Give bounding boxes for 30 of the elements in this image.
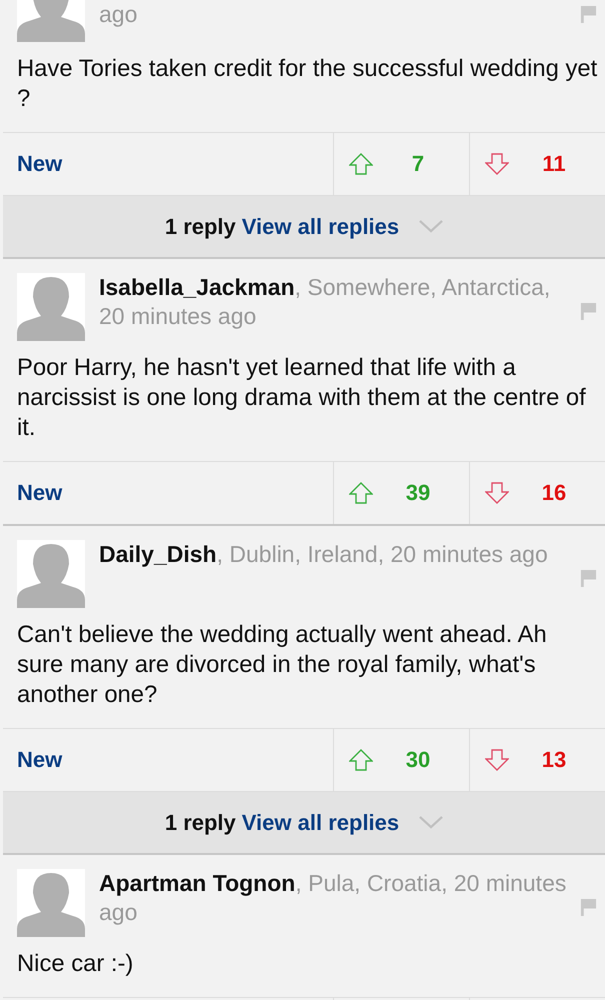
- new-link[interactable]: New: [3, 480, 333, 506]
- up-arrow-icon: [349, 749, 373, 771]
- reply-count: 1 reply: [164, 214, 236, 240]
- avatar-icon: [17, 540, 85, 608]
- up-arrow-icon: [349, 153, 373, 175]
- flag-icon[interactable]: [580, 570, 597, 587]
- down-arrow-icon: [485, 153, 509, 175]
- flag-icon[interactable]: [580, 303, 597, 320]
- view-replies-link[interactable]: View all replies: [242, 214, 400, 240]
- view-replies-link[interactable]: View all replies: [242, 810, 400, 836]
- chevron-down-icon[interactable]: [419, 220, 444, 233]
- down-arrow-icon: [485, 749, 509, 771]
- comment-text: Have Tories taken credit for the successful wedding yet ?: [16, 54, 598, 114]
- comment-text: Nice car :-): [16, 949, 134, 979]
- down-arrow-icon: [485, 482, 509, 504]
- comment-text: Can't believe the wedding actually went ahead. Ah sure many are divorced in the royal family, what's another one?: [16, 620, 548, 710]
- chevron-down-icon[interactable]: [419, 816, 444, 829]
- comment-author-line: ago: [99, 0, 138, 29]
- avatar-icon: [17, 273, 85, 341]
- avatar-icon: [17, 869, 85, 937]
- reply-count: 1 reply: [164, 810, 236, 836]
- up-arrow-icon: [349, 482, 373, 504]
- comment-author-line: Daily_Dish, Dublin, Ireland, 20 minutes ago: [99, 540, 549, 569]
- new-link[interactable]: New: [3, 747, 333, 773]
- comment-text: Poor Harry, he hasn't yet learned that life with a narcissist is one long drama with them at the centre of it.: [16, 353, 587, 443]
- new-link[interactable]: New: [3, 151, 333, 177]
- comment-author-line: Isabella_Jackman, Somewhere, Antarctica, 20 minutes ago: [99, 273, 552, 331]
- comment-author-line: Apartman Tognon, Pula, Croatia, 20 minutes ago: [99, 869, 568, 927]
- flag-icon[interactable]: [580, 899, 597, 916]
- flag-icon[interactable]: [580, 6, 597, 23]
